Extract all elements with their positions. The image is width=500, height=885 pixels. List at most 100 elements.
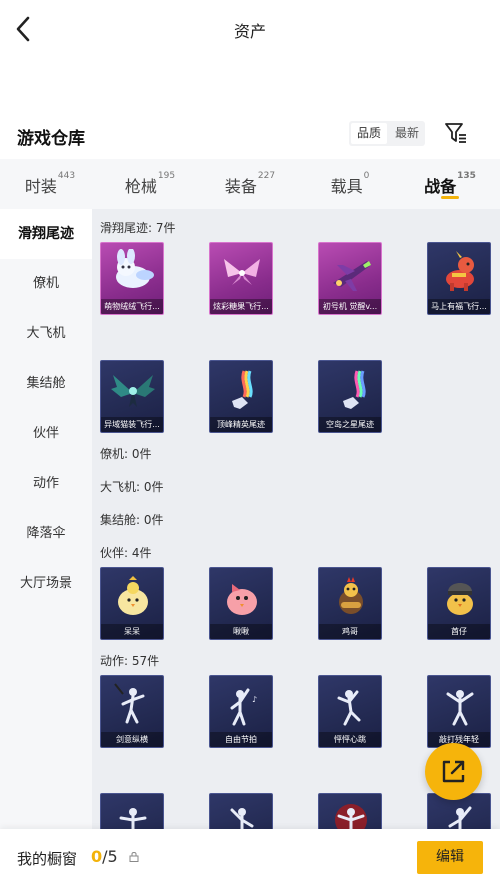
showcase-used: 0: [91, 847, 103, 866]
tab-label: 枪械: [124, 177, 157, 196]
item-name: 自由节拍: [210, 732, 272, 747]
item-name: 炫彩糖果飞行...: [210, 299, 272, 314]
sidebar-item-parachute[interactable]: 降落伞: [0, 509, 92, 559]
tab-count: 0: [363, 171, 370, 181]
item-card[interactable]: 呆呆: [100, 567, 164, 640]
jet-fighter-icon: [333, 261, 371, 291]
sidebar-item-plane[interactable]: 大飞机: [0, 309, 92, 359]
tab-count: 443: [57, 171, 76, 181]
item-list: 滑翔尾迹: 7件 萌物绒绒飞行... 炫彩糖果飞行... 初号机 觉醒v... …: [92, 209, 500, 829]
item-card[interactable]: ♪ 自由节拍: [209, 675, 273, 748]
tab-count: 135: [457, 171, 476, 181]
svg-text:♪: ♪: [252, 695, 257, 704]
dance-pose-icon: [448, 806, 472, 829]
tab-label: 战备: [424, 177, 457, 196]
item-card[interactable]: 酋仔: [427, 567, 491, 640]
rainbow-trail-icon: [232, 370, 253, 409]
showcase-total: /5: [102, 847, 118, 866]
group-title-action: 动作: 57件: [100, 654, 160, 668]
candy-wings-icon: [224, 259, 260, 285]
active-tab-underline: [441, 196, 459, 199]
tab-fashion[interactable]: 时装443: [0, 159, 100, 209]
dance-pose-icon: [230, 808, 254, 829]
dance-pose-icon: [119, 808, 147, 829]
item-card[interactable]: 啾啾: [209, 567, 273, 640]
item-name: 剑意纵横: [101, 732, 163, 747]
sort-toggle: 品质 最新: [349, 121, 425, 146]
item-card[interactable]: 顶峰精英尾迹: [209, 360, 273, 433]
item-card[interactable]: 异域猫装飞行...: [100, 360, 164, 433]
sort-newest-button[interactable]: 最新: [389, 121, 425, 146]
group-title-trail: 滑翔尾迹: 7件: [100, 221, 176, 235]
group-title-plane: 大飞机: 0件: [100, 480, 164, 494]
sidebar-item-wingman[interactable]: 僚机: [0, 259, 92, 309]
item-card[interactable]: 马上有福飞行...: [427, 242, 491, 315]
fortune-horse-icon: [446, 251, 474, 291]
item-name: 酋仔: [428, 624, 490, 639]
lock-icon: [129, 852, 139, 862]
item-name: 初号机 觉醒v...: [319, 299, 381, 314]
sidebar-item-partner[interactable]: 伙伴: [0, 409, 92, 459]
item-card[interactable]: 怦怦心跳: [318, 675, 382, 748]
group-title-partner: 伙伴: 4件: [100, 546, 152, 560]
dance-pose-icon: [335, 804, 367, 829]
edit-button[interactable]: 编辑: [417, 841, 483, 874]
showcase-count: 0/5: [91, 847, 118, 866]
guitar-chicken-icon: [339, 577, 363, 614]
sort-quality-button[interactable]: 品质: [351, 123, 387, 144]
free-beat-icon: ♪: [230, 688, 257, 726]
pink-chick-icon: [227, 584, 257, 615]
category-tabs: 时装443 枪械195 装备227 载具0 战备135: [0, 159, 500, 209]
item-card[interactable]: 敲打残年轻: [427, 675, 491, 748]
filter-icon[interactable]: [444, 121, 468, 145]
item-card[interactable]: [318, 793, 382, 829]
armored-chick-icon: [447, 583, 473, 615]
item-card[interactable]: [100, 793, 164, 829]
side-menu: 滑翔尾迹 僚机 大飞机 集结舱 伙伴 动作 降落伞 大厅场景: [0, 209, 92, 829]
heartbeat-dance-icon: [337, 690, 361, 726]
share-icon: [442, 760, 465, 783]
yellow-chick-icon: [118, 576, 148, 615]
tab-combat-gear[interactable]: 战备135: [400, 159, 500, 209]
section-title: 游戏仓库: [17, 129, 85, 149]
page-title: 资产: [233, 22, 266, 41]
item-name: 呆呆: [101, 624, 163, 639]
item-card[interactable]: 炫彩糖果飞行...: [209, 242, 273, 315]
tab-label: 装备: [224, 177, 257, 196]
showcase-label: 我的橱窗: [17, 850, 78, 868]
item-name: 顶峰精英尾迹: [210, 417, 272, 432]
item-card[interactable]: 剑意纵横: [100, 675, 164, 748]
showcase-bar: 我的橱窗 0/5 编辑: [0, 829, 500, 885]
tab-label: 时装: [24, 177, 57, 196]
tab-label: 载具: [330, 177, 363, 196]
tab-count: 195: [157, 171, 176, 181]
top-bar: 资产: [0, 0, 500, 58]
asset-page: 资产 游戏仓库 品质 最新 时装443 枪械195 装备227 载具0 战备13…: [0, 0, 500, 885]
tab-count: 227: [257, 171, 276, 181]
item-name: 啾啾: [210, 624, 272, 639]
tab-equipment[interactable]: 装备227: [200, 159, 300, 209]
item-name: 异域猫装飞行...: [101, 417, 163, 432]
share-button[interactable]: [425, 743, 482, 800]
item-card[interactable]: 萌物绒绒飞行...: [100, 242, 164, 315]
sword-dance-icon: [114, 683, 145, 724]
item-card[interactable]: [209, 793, 273, 829]
plush-rabbit-icon: [116, 249, 154, 288]
item-name: 马上有福飞行...: [428, 299, 490, 314]
tab-guns[interactable]: 枪械195: [100, 159, 200, 209]
sidebar-item-glide-trail[interactable]: 滑翔尾迹: [0, 209, 92, 259]
group-title-wingman: 僚机: 0件: [100, 447, 152, 461]
star-trail-icon: [343, 370, 366, 409]
tab-vehicles[interactable]: 载具0: [300, 159, 400, 209]
group-title-pod: 集结舱: 0件: [100, 513, 164, 527]
sidebar-item-action[interactable]: 动作: [0, 459, 92, 509]
item-name: 空岛之星尾迹: [319, 417, 381, 432]
item-name: 鸡哥: [319, 624, 381, 639]
item-card[interactable]: 鸡哥: [318, 567, 382, 640]
dragon-wings-icon: [111, 375, 155, 407]
item-name: 怦怦心跳: [319, 732, 381, 747]
item-card[interactable]: 初号机 觉醒v...: [318, 242, 382, 315]
sidebar-item-lobby[interactable]: 大厅场景: [0, 559, 92, 609]
item-card[interactable]: 空岛之星尾迹: [318, 360, 382, 433]
sidebar-item-pod[interactable]: 集结舱: [0, 359, 92, 409]
